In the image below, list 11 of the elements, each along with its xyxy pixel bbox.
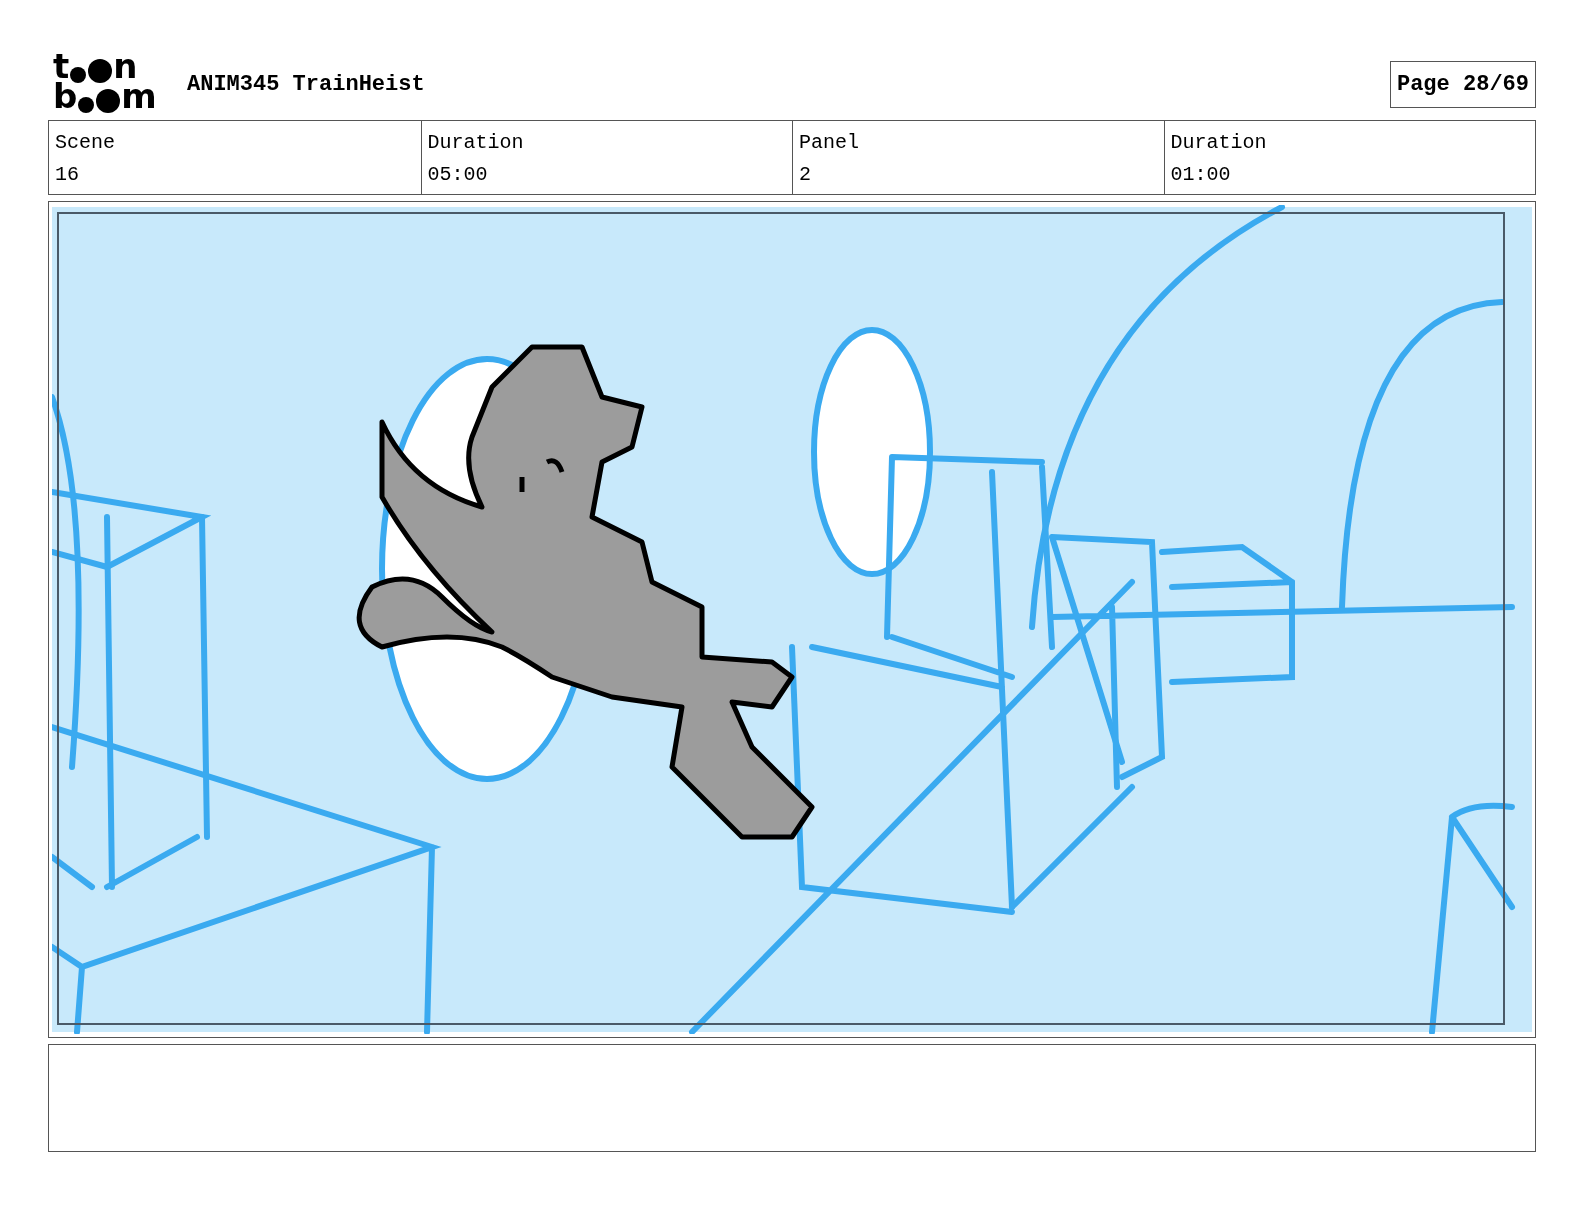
page-number: Page 28/69 [1389, 60, 1536, 108]
field-label: Scene [55, 130, 116, 156]
field-value: 2 [799, 162, 812, 188]
field-label: Panel [799, 130, 860, 156]
field-value: 05:00 [427, 162, 489, 188]
field-value: 16 [55, 162, 80, 188]
project-title: ANIM345 TrainHeist [187, 70, 425, 99]
field-label: Duration [427, 130, 525, 156]
logo: t n b m [53, 55, 158, 113]
field-value: 01:00 [1170, 162, 1232, 188]
field-label: Duration [1170, 130, 1268, 156]
